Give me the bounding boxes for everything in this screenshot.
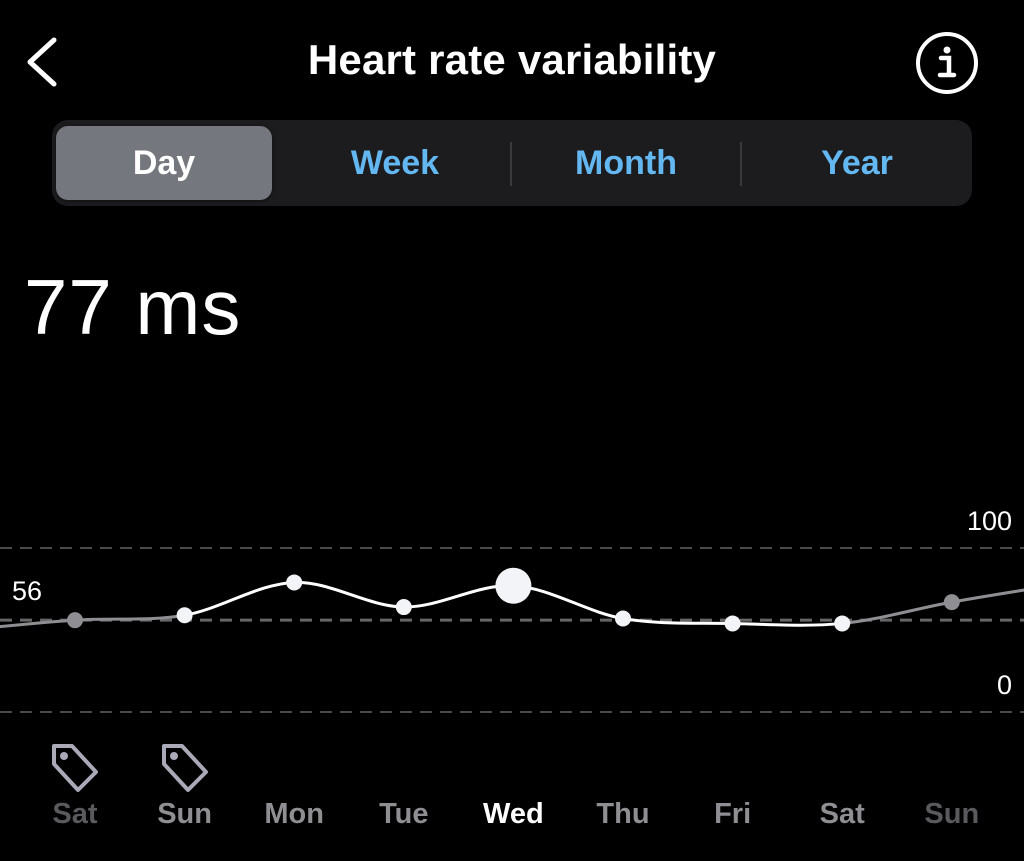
data-point[interactable]: [176, 607, 193, 624]
info-circle-icon: [916, 32, 978, 94]
data-point[interactable]: [615, 610, 631, 627]
data-point[interactable]: [724, 615, 741, 632]
x-tick-label[interactable]: Wed: [468, 798, 558, 831]
range-segmented-control: Day Week Month Year: [52, 120, 972, 206]
tab-week[interactable]: Week: [280, 126, 510, 200]
tab-day[interactable]: Day: [56, 126, 272, 200]
data-point[interactable]: [943, 594, 960, 611]
x-tick-label[interactable]: Sun: [907, 798, 997, 831]
line-segment: [842, 600, 953, 625]
x-tick-label[interactable]: Sun: [140, 798, 230, 831]
data-point[interactable]: [395, 599, 412, 616]
data-point[interactable]: [834, 615, 851, 632]
baseline-label: 56: [12, 576, 43, 607]
current-value: 77 ms: [24, 263, 242, 351]
line-segment: [184, 580, 295, 617]
x-tick-label[interactable]: Sat: [797, 798, 887, 831]
x-tick-label[interactable]: Thu: [578, 798, 668, 831]
line-segment: [622, 617, 733, 625]
info-button[interactable]: [914, 30, 980, 96]
data-point[interactable]: [286, 574, 303, 591]
y-tick-0: 0: [996, 670, 1012, 700]
x-tick-label[interactable]: Sat: [30, 798, 120, 831]
header: Heart rate variability: [0, 0, 1024, 120]
page-title: Heart rate variability: [307, 36, 717, 83]
tag-icon[interactable]: [46, 738, 104, 796]
x-tick-label[interactable]: Tue: [359, 798, 449, 831]
tag-icon[interactable]: [156, 738, 214, 796]
x-tick-label[interactable]: Fri: [688, 798, 778, 831]
data-point[interactable]: [67, 612, 83, 629]
tab-month[interactable]: Month: [512, 126, 740, 200]
hrv-line-chart: [0, 547, 1024, 713]
selected-data-point[interactable]: [495, 567, 532, 604]
line-segment: [294, 580, 404, 609]
line-segment: [951, 588, 1024, 604]
line-segment: [732, 621, 843, 627]
y-tick-100: 100: [966, 506, 1012, 536]
tab-year[interactable]: Year: [742, 126, 972, 200]
x-tick-label[interactable]: Mon: [249, 798, 339, 831]
